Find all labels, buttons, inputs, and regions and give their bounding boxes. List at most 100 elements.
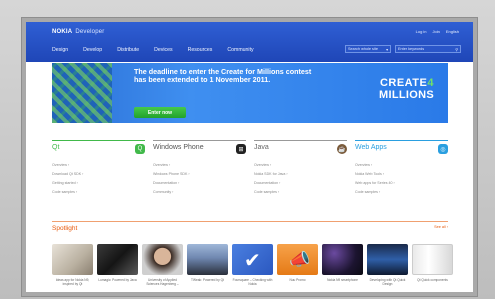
category-link[interactable]: Web apps for Series 40 › <box>355 179 448 188</box>
thumbnail-image <box>97 244 138 275</box>
spotlight-item[interactable]: 📣 Nuu Promo <box>277 244 318 286</box>
search-placeholder: Enter keywords <box>398 47 425 51</box>
thumbnail-image <box>142 244 183 275</box>
category-link[interactable]: Code samples › <box>355 188 448 197</box>
java-icon[interactable]: ☕ <box>337 144 347 154</box>
see-all-link[interactable]: See all › <box>434 225 448 232</box>
banner-headline-line2: has been extended to 1 November 2011. <box>134 75 271 84</box>
search-area: Search whole site ▾ Enter keywords ⚲ <box>345 45 461 53</box>
category-link[interactable]: Overview › <box>355 161 448 170</box>
nav-community[interactable]: Community <box>227 47 253 53</box>
circuit-board-image <box>52 63 112 123</box>
thumbnail-image <box>52 244 93 275</box>
spotlight-caption: Foursquare – Checking with Nokia <box>232 278 273 286</box>
top-navigation-bar: NOKIA Developer Log in Join English Desig… <box>26 22 473 62</box>
nav-design[interactable]: Design <box>52 47 68 53</box>
category-link[interactable]: Code samples › <box>52 188 145 197</box>
thumbnail-image <box>187 244 228 275</box>
spotlight-caption: Nokia N9 smartphone <box>327 278 358 282</box>
category-link[interactable]: Documentation › <box>153 179 246 188</box>
spotlight-caption: University of Applied Sciences Hagenberg… <box>146 278 179 286</box>
screenshot-frame: NOKIA Developer Log in Join English Desig… <box>0 0 495 299</box>
category-title[interactable]: Java <box>254 144 269 151</box>
brand-logo[interactable]: NOKIA Developer <box>52 29 105 35</box>
category-title[interactable]: Qt <box>52 144 59 151</box>
spotlight-caption: Qt Quick components <box>417 278 448 282</box>
spotlight-carousel: Ideas app for Nokia N9, inspired by Qt L… <box>52 244 453 286</box>
category-header: Java ☕ <box>254 140 347 155</box>
spotlight-item[interactable]: University of Applied Sciences Hagenberg… <box>142 244 183 286</box>
brand-name: NOKIA <box>52 29 73 35</box>
spotlight-caption: Nuu Promo <box>289 278 306 282</box>
spotlight-caption: Developing with Qt Quick Design <box>369 278 406 286</box>
nav-resources[interactable]: Resources <box>188 47 213 53</box>
thumbnail-image: ✔ <box>232 244 273 275</box>
category-link[interactable]: Getting started › <box>52 179 145 188</box>
search-scope-select[interactable]: Search whole site ▾ <box>345 45 391 53</box>
category-title[interactable]: Web Apps <box>355 144 387 151</box>
nav-develop[interactable]: Develop <box>83 47 102 53</box>
category-header: Windows Phone ⊞ <box>153 140 246 155</box>
logo-create: CREATE <box>379 77 428 89</box>
spotlight-item[interactable]: Nokia N9 smartphone <box>322 244 363 286</box>
main-menu: Design Develop Distribute Devices Resour… <box>52 47 254 53</box>
category-link[interactable]: Overview › <box>52 161 145 170</box>
spotlight-item[interactable]: Lumagic: Powered by Java <box>97 244 138 286</box>
spotlight-item[interactable]: Developing with Qt Quick Design <box>367 244 408 286</box>
category-header: Web Apps ◎ <box>355 140 448 155</box>
web-apps-icon[interactable]: ◎ <box>438 144 448 154</box>
create-4-millions-logo: CREATE4 MILLIONS <box>379 77 434 101</box>
search-input[interactable]: Enter keywords ⚲ <box>395 45 461 53</box>
category-links: Overview › Download Qt SDK › Getting sta… <box>52 161 145 197</box>
spotlight-item[interactable]: Ideas app for Nokia N9, inspired by Qt <box>52 244 93 286</box>
category-link[interactable]: Community › <box>153 188 246 197</box>
nav-distribute[interactable]: Distribute <box>117 47 139 53</box>
category-java: Java ☕ Overview › Nokia SDK for Java › D… <box>254 140 347 197</box>
category-link[interactable]: Overview › <box>254 161 347 170</box>
megaphone-icon: 📣 <box>289 250 311 269</box>
thumbnail-image <box>322 244 363 275</box>
enter-now-button[interactable]: Enter now <box>134 107 186 118</box>
spotlight-header: Spotlight See all › <box>52 221 448 232</box>
windows-phone-icon[interactable]: ⊞ <box>236 144 246 154</box>
logo-four: 4 <box>427 77 434 89</box>
category-links: Overview › Nokia SDK for Java › Document… <box>254 161 347 197</box>
category-link[interactable]: Overview › <box>153 161 246 170</box>
join-link[interactable]: Join <box>433 29 440 34</box>
spotlight-caption: TWeak: Powered by Qt <box>191 278 224 282</box>
category-title[interactable]: Windows Phone <box>153 144 204 151</box>
category-windows-phone: Windows Phone ⊞ Overview › Windows Phone… <box>153 140 246 197</box>
category-link[interactable]: Nokia Web Tools › <box>355 170 448 179</box>
language-selector[interactable]: English <box>446 29 459 34</box>
banner-headline: The deadline to enter the Create for Mil… <box>134 68 334 84</box>
category-header: Qt Q <box>52 140 145 155</box>
spotlight-item[interactable]: Qt Quick components <box>412 244 453 286</box>
checkmark-icon: ✔ <box>244 250 261 272</box>
category-qt: Qt Q Overview › Download Qt SDK › Gettin… <box>52 140 145 197</box>
spotlight-item[interactable]: TWeak: Powered by Qt <box>187 244 228 286</box>
spotlight-caption: Ideas app for Nokia N9, inspired by Qt <box>55 278 90 286</box>
chevron-down-icon: ▾ <box>386 47 388 52</box>
platform-categories: Qt Q Overview › Download Qt SDK › Gettin… <box>52 140 448 197</box>
spotlight-caption: Lumagic: Powered by Java <box>98 278 137 282</box>
header-links: Log in Join English <box>416 29 459 34</box>
category-links: Overview › Nokia Web Tools › Web apps fo… <box>355 161 448 197</box>
category-links: Overview › Windows Phone SDK › Documenta… <box>153 161 246 197</box>
promo-banner[interactable]: The deadline to enter the Create for Mil… <box>52 63 448 123</box>
web-page: NOKIA Developer Log in Join English Desig… <box>26 22 473 292</box>
spotlight-title: Spotlight <box>52 225 78 232</box>
category-link[interactable]: Nokia SDK for Java › <box>254 170 347 179</box>
brand-suffix: Developer <box>75 29 105 35</box>
category-link[interactable]: Code samples › <box>254 188 347 197</box>
qt-icon[interactable]: Q <box>135 144 145 154</box>
category-link[interactable]: Documentation › <box>254 179 347 188</box>
category-link[interactable]: Download Qt SDK › <box>52 170 145 179</box>
category-link[interactable]: Windows Phone SDK › <box>153 170 246 179</box>
logo-millions: MILLIONS <box>379 89 434 101</box>
spotlight-item[interactable]: ✔ Foursquare – Checking with Nokia <box>232 244 273 286</box>
login-link[interactable]: Log in <box>416 29 427 34</box>
search-icon[interactable]: ⚲ <box>455 47 458 52</box>
thumbnail-image <box>367 244 408 275</box>
thumbnail-image <box>412 244 453 275</box>
nav-devices[interactable]: Devices <box>154 47 172 53</box>
